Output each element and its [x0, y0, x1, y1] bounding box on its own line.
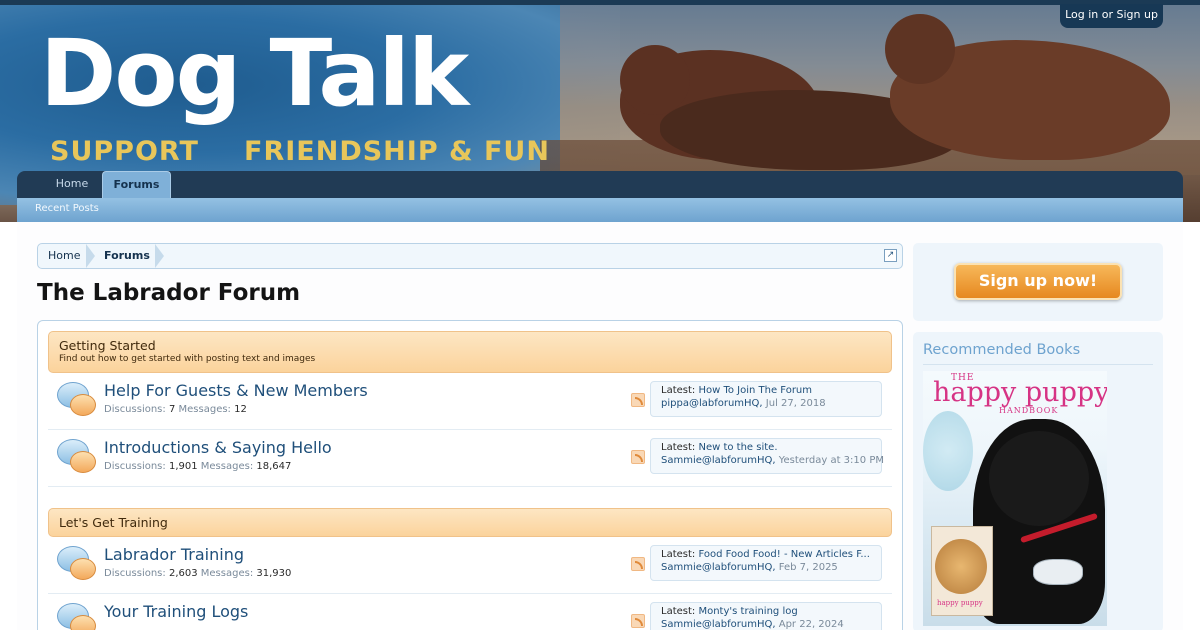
page-title: The Labrador Forum — [37, 280, 301, 306]
speech-bubbles-icon — [57, 546, 97, 584]
discussions-label: Discussions: — [104, 568, 166, 579]
banner-dog-3-head — [885, 14, 955, 84]
speech-bubbles-icon — [57, 603, 97, 630]
latest-date: Feb 7, 2025 — [778, 562, 838, 573]
discussions-count: 1,901 — [168, 461, 198, 472]
forum-stats: Discussions: 1,901 Messages: 18,647 — [104, 461, 291, 472]
forum-node: Introductions & Saying Hello Discussions… — [48, 430, 892, 487]
nav-tab-forums[interactable]: Forums — [102, 171, 171, 198]
site-logo-title[interactable]: Dog Talk — [40, 28, 469, 120]
latest-thread-link[interactable]: How To Join The Forum — [698, 385, 812, 396]
book-cover-inset-dog — [935, 539, 987, 594]
book-cover-puppy-head — [989, 431, 1089, 526]
latest-post: Latest: New to the site. Sammie@labforum… — [650, 438, 884, 474]
discussions-count: 7 — [168, 404, 176, 415]
messages-label: Messages: — [178, 404, 231, 415]
main-nav: Home Forums — [17, 171, 1183, 198]
breadcrumb: Home Forums ↗ — [37, 243, 903, 269]
jump-to-page-icon[interactable]: ↗ — [884, 249, 897, 262]
breadcrumb-forums[interactable]: Forums — [104, 244, 150, 268]
category-title[interactable]: Getting Started — [59, 338, 881, 353]
latest-post: Latest: Food Food Food! - New Articles F… — [650, 545, 882, 581]
book-cover-title: happy puppy — [933, 377, 1107, 408]
book-cover-snow — [923, 411, 973, 491]
breadcrumb-separator — [86, 244, 95, 268]
sub-nav: Recent Posts — [17, 198, 1183, 222]
latest-thread-link[interactable]: New to the site. — [698, 442, 777, 453]
login-signup-button[interactable]: Log in or Sign up — [1060, 4, 1163, 28]
breadcrumb-separator — [155, 244, 164, 268]
book-cover-subtitle: HANDBOOK — [999, 406, 1059, 415]
messages-label: Messages: — [200, 461, 254, 472]
category-title[interactable]: Let's Get Training — [59, 515, 881, 530]
messages-count: 18,647 — [256, 461, 292, 472]
discussions-count: 2,603 — [168, 568, 198, 579]
rss-feed-icon[interactable] — [631, 450, 645, 464]
book-cover-happy-puppy[interactable]: THE happy puppy HANDBOOK happy puppy — [923, 371, 1107, 626]
speech-bubbles-icon — [57, 382, 97, 420]
discussions-label: Discussions: — [104, 404, 166, 415]
divider — [923, 364, 1153, 365]
latest-label: Latest: — [661, 606, 696, 617]
forum-title[interactable]: Introductions & Saying Hello — [104, 438, 332, 457]
subnav-recent-posts[interactable]: Recent Posts — [35, 203, 99, 214]
latest-label: Latest: — [661, 442, 696, 453]
latest-label: Latest: — [661, 385, 696, 396]
messages-count: 12 — [234, 404, 247, 415]
latest-user-link[interactable]: Sammie@labforumHQ, — [661, 619, 776, 630]
messages-count: 31,930 — [256, 568, 292, 579]
breadcrumb-home[interactable]: Home — [48, 244, 80, 268]
latest-thread-link[interactable]: Monty's training log — [698, 606, 797, 617]
forum-node: Help For Guests & New Members Discussion… — [48, 373, 892, 430]
forum-node: Your Training Logs Latest: Monty's train… — [48, 594, 892, 630]
site-logo-tagline-1: SUPPORT — [50, 136, 199, 167]
latest-post: Latest: How To Join The Forum pippa@labf… — [650, 381, 882, 417]
rss-feed-icon[interactable] — [631, 393, 645, 407]
latest-thread-link[interactable]: Food Food Food! - New Articles F... — [698, 549, 869, 560]
forum-title[interactable]: Labrador Training — [104, 545, 244, 564]
category-description: Find out how to get started with posting… — [59, 354, 316, 364]
book-cover-inset-title: happy puppy — [937, 599, 983, 607]
latest-user-link[interactable]: Sammie@labforumHQ, — [661, 455, 776, 466]
site-logo-tagline-2: FRIENDSHIP & FUN — [244, 136, 550, 167]
latest-user-link[interactable]: Sammie@labforumHQ, — [661, 562, 776, 573]
latest-label: Latest: — [661, 549, 696, 560]
bone-tag-icon — [1033, 559, 1083, 585]
signup-now-button[interactable]: Sign up now! — [954, 263, 1122, 300]
latest-date: Apr 22, 2024 — [778, 619, 844, 630]
forum-stats: Discussions: 2,603 Messages: 31,930 — [104, 568, 291, 579]
messages-label: Messages: — [200, 568, 254, 579]
forum-stats: Discussions: 7 Messages: 12 — [104, 404, 247, 415]
latest-date: Jul 27, 2018 — [765, 398, 826, 409]
forum-node: Labrador Training Discussions: 2,603 Mes… — [48, 537, 892, 594]
speech-bubbles-icon — [57, 439, 97, 477]
rss-feed-icon[interactable] — [631, 557, 645, 571]
category-header-getting-started[interactable]: Getting Started Find out how to get star… — [48, 331, 892, 373]
banner-dog-1-head — [620, 45, 690, 115]
forum-title[interactable]: Your Training Logs — [104, 602, 248, 621]
recommended-books-heading: Recommended Books — [923, 342, 1081, 358]
category-header-lets-get-training[interactable]: Let's Get Training — [48, 508, 892, 537]
discussions-label: Discussions: — [104, 461, 166, 472]
forum-title[interactable]: Help For Guests & New Members — [104, 381, 368, 400]
nav-tab-home[interactable]: Home — [43, 171, 101, 198]
rss-feed-icon[interactable] — [631, 614, 645, 628]
latest-user-link[interactable]: pippa@labforumHQ, — [661, 398, 763, 409]
latest-post: Latest: Monty's training log Sammie@labf… — [650, 602, 882, 630]
latest-date: Yesterday at 3:10 PM — [778, 455, 884, 466]
